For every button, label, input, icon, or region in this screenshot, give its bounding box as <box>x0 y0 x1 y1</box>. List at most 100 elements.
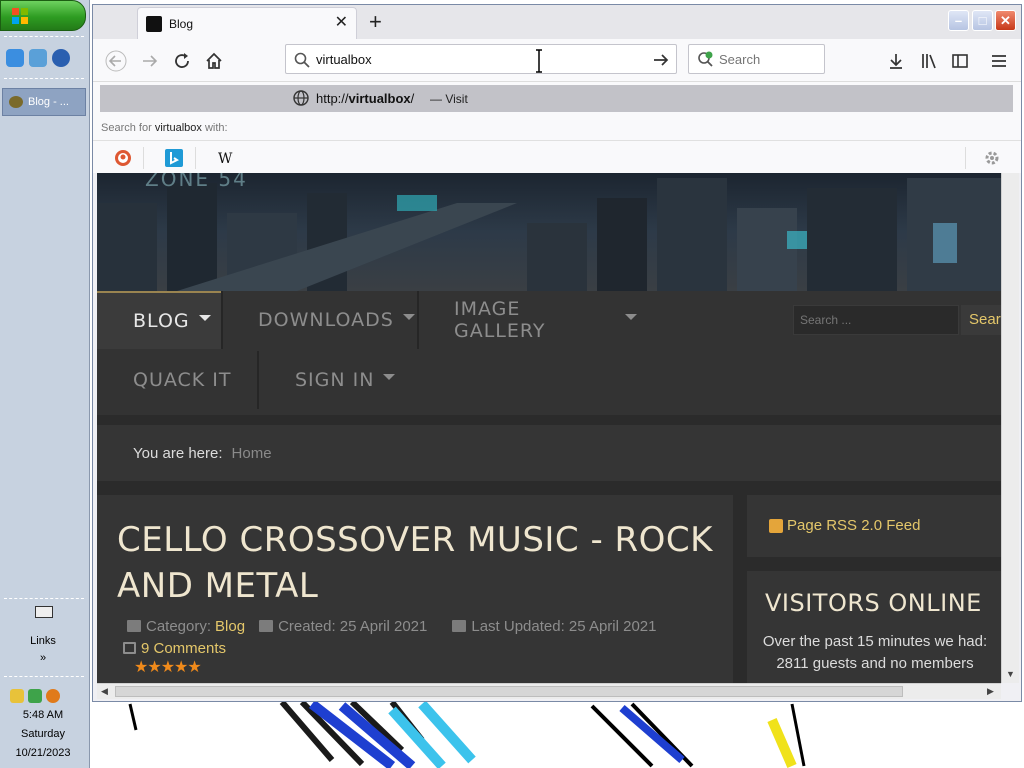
start-button[interactable] <box>0 0 86 31</box>
windows-logo-icon <box>12 8 28 24</box>
clock-date: 10/21/2023 <box>15 747 71 759</box>
internet-explorer-icon[interactable] <box>6 49 24 67</box>
caret-down-icon <box>383 374 396 380</box>
taskbar-item-label: Blog - ... <box>28 96 69 108</box>
category-label: Category: <box>146 617 212 635</box>
clock-time[interactable]: 5:48 AM <box>0 709 86 721</box>
scroll-right-icon[interactable]: ▶ <box>987 686 994 697</box>
back-button[interactable] <box>103 48 129 74</box>
site-favicon-icon <box>146 15 162 32</box>
network-icon[interactable] <box>28 689 42 703</box>
back-arrow-icon <box>105 50 127 72</box>
media-player-icon[interactable] <box>52 49 70 67</box>
url-suggestions-dropdown: http://virtualbox/ — Visit Search for vi… <box>93 81 1021 173</box>
library-button[interactable] <box>916 48 942 74</box>
library-icon <box>922 54 936 69</box>
menu-item-blog[interactable]: BLOG <box>97 291 221 349</box>
home-button[interactable] <box>201 48 227 74</box>
links-toolbar-label[interactable]: Links <box>0 635 86 647</box>
search-bar-input[interactable] <box>719 52 819 67</box>
search-magnifier-icon[interactable] <box>46 689 60 703</box>
desktop-wallpaper-drawing <box>128 700 806 768</box>
bee-icon <box>9 96 23 108</box>
outlook-express-icon[interactable] <box>29 49 47 67</box>
site-search-button[interactable]: Search <box>961 305 1001 335</box>
forward-button[interactable] <box>137 48 163 74</box>
category-link[interactable]: Blog <box>215 618 245 635</box>
comments-link[interactable]: 9 Comments <box>141 640 226 657</box>
folder-icon <box>127 620 141 632</box>
go-arrow-icon[interactable] <box>652 51 670 69</box>
keyboard-icon[interactable] <box>35 606 53 618</box>
links-chevron-icon[interactable]: » <box>0 652 86 664</box>
created-date: Created: 25 April 2021 <box>278 617 428 635</box>
horizontal-scrollbar[interactable]: ◀ ▶ <box>97 683 1001 699</box>
close-window-button[interactable]: ✕ <box>995 10 1016 31</box>
suggestion-url: http://virtualbox/ <box>316 91 415 106</box>
site-banner-image: ZONE 54 <box>97 173 1001 291</box>
close-tab-icon[interactable]: ✕ <box>335 15 348 31</box>
star-icon[interactable]: ★ <box>161 659 175 676</box>
scroll-down-icon[interactable]: ▼ <box>1006 669 1015 679</box>
vertical-scrollbar[interactable]: ▼ <box>1001 173 1019 683</box>
site-search-box[interactable] <box>793 305 959 335</box>
caret-down-icon <box>625 314 637 320</box>
maximize-button[interactable]: □ <box>972 10 993 31</box>
downloads-button[interactable] <box>883 48 909 74</box>
new-tab-button[interactable]: + <box>369 10 382 34</box>
star-icon[interactable]: ★ <box>174 659 188 676</box>
rss-module: Page RSS 2.0 Feed <box>747 495 1001 557</box>
visitors-text: Over the past 15 minutes we had: 2811 gu… <box>762 633 988 672</box>
menu-item-image-gallery[interactable]: IMAGE GALLERY <box>419 291 637 349</box>
bing-icon[interactable] <box>165 149 183 167</box>
suggestion-visit-url[interactable]: http://virtualbox/ — Visit <box>100 85 1013 112</box>
taskbar: Blog - ... Links » 5:48 AM Saturday 10/2… <box>0 0 90 768</box>
minimize-button[interactable]: – <box>948 10 969 31</box>
horizontal-scroll-thumb[interactable] <box>115 686 903 697</box>
rss-feed-link[interactable]: Page RSS 2.0 Feed <box>769 517 920 534</box>
address-input[interactable] <box>316 52 636 67</box>
search-settings-gear-icon[interactable] <box>983 149 1001 167</box>
caret-down-icon <box>402 314 415 320</box>
duckduckgo-icon[interactable] <box>114 149 132 167</box>
tab-bar: Blog ✕ + – □ ✕ <box>93 5 1021 39</box>
star-icon[interactable]: ★ <box>134 659 148 676</box>
menu-item-sign-in[interactable]: SIGN IN <box>259 351 407 409</box>
taskbar-item-blog[interactable]: Blog - ... <box>2 88 86 116</box>
reload-button[interactable] <box>169 48 195 74</box>
menu-button[interactable] <box>986 48 1012 74</box>
suggestion-action-label: — Visit <box>430 92 468 106</box>
star-icon[interactable]: ★ <box>187 659 201 676</box>
scroll-left-icon[interactable]: ◀ <box>101 686 108 697</box>
article: CELLO CROSSOVER MUSIC - ROCK AND METAL C… <box>97 495 733 683</box>
browser-window: Blog ✕ + – □ ✕ virtualbox Search http://… <box>92 4 1022 702</box>
menu-item-downloads[interactable]: DOWNLOADS <box>223 291 417 349</box>
home-icon <box>206 52 222 69</box>
breadcrumb: You are here: Home <box>97 425 1001 481</box>
search-bar[interactable] <box>688 44 825 74</box>
article-title[interactable]: CELLO CROSSOVER MUSIC - ROCK AND METAL <box>117 517 717 609</box>
banner-label: ZONE 54 <box>145 173 248 191</box>
rating-stars[interactable]: ★★★★★ <box>134 657 202 677</box>
web-page: ZONE 54 BLOG DOWNLOADS IMAGE GALLERY QUA… <box>97 173 1001 683</box>
search-icon <box>294 52 310 68</box>
svg-text:W: W <box>218 151 233 167</box>
star-icon[interactable]: ★ <box>147 659 161 676</box>
system-tray: 5:48 AM Saturday 10/21/2023 <box>0 684 86 768</box>
breadcrumb-home-link[interactable]: Home <box>232 445 272 462</box>
wikipedia-icon[interactable]: W <box>216 149 234 167</box>
calendar-icon <box>452 620 467 632</box>
search-with-label: Search for virtualbox with: <box>101 122 228 134</box>
security-shield-icon[interactable] <box>10 689 24 703</box>
address-bar[interactable] <box>285 44 677 74</box>
sidebar-icon <box>952 54 968 68</box>
tab-blog[interactable]: Blog ✕ <box>137 7 357 39</box>
site-search-input[interactable] <box>800 313 950 327</box>
breadcrumb-label: You are here: <box>133 444 223 462</box>
search-engine-add-icon <box>698 51 713 67</box>
menu-item-quack-it[interactable]: QUACK IT <box>97 351 257 409</box>
sidebar-button[interactable] <box>947 48 973 74</box>
clock-day: Saturday <box>20 728 66 740</box>
download-icon <box>890 54 902 69</box>
calendar-icon <box>259 620 274 632</box>
